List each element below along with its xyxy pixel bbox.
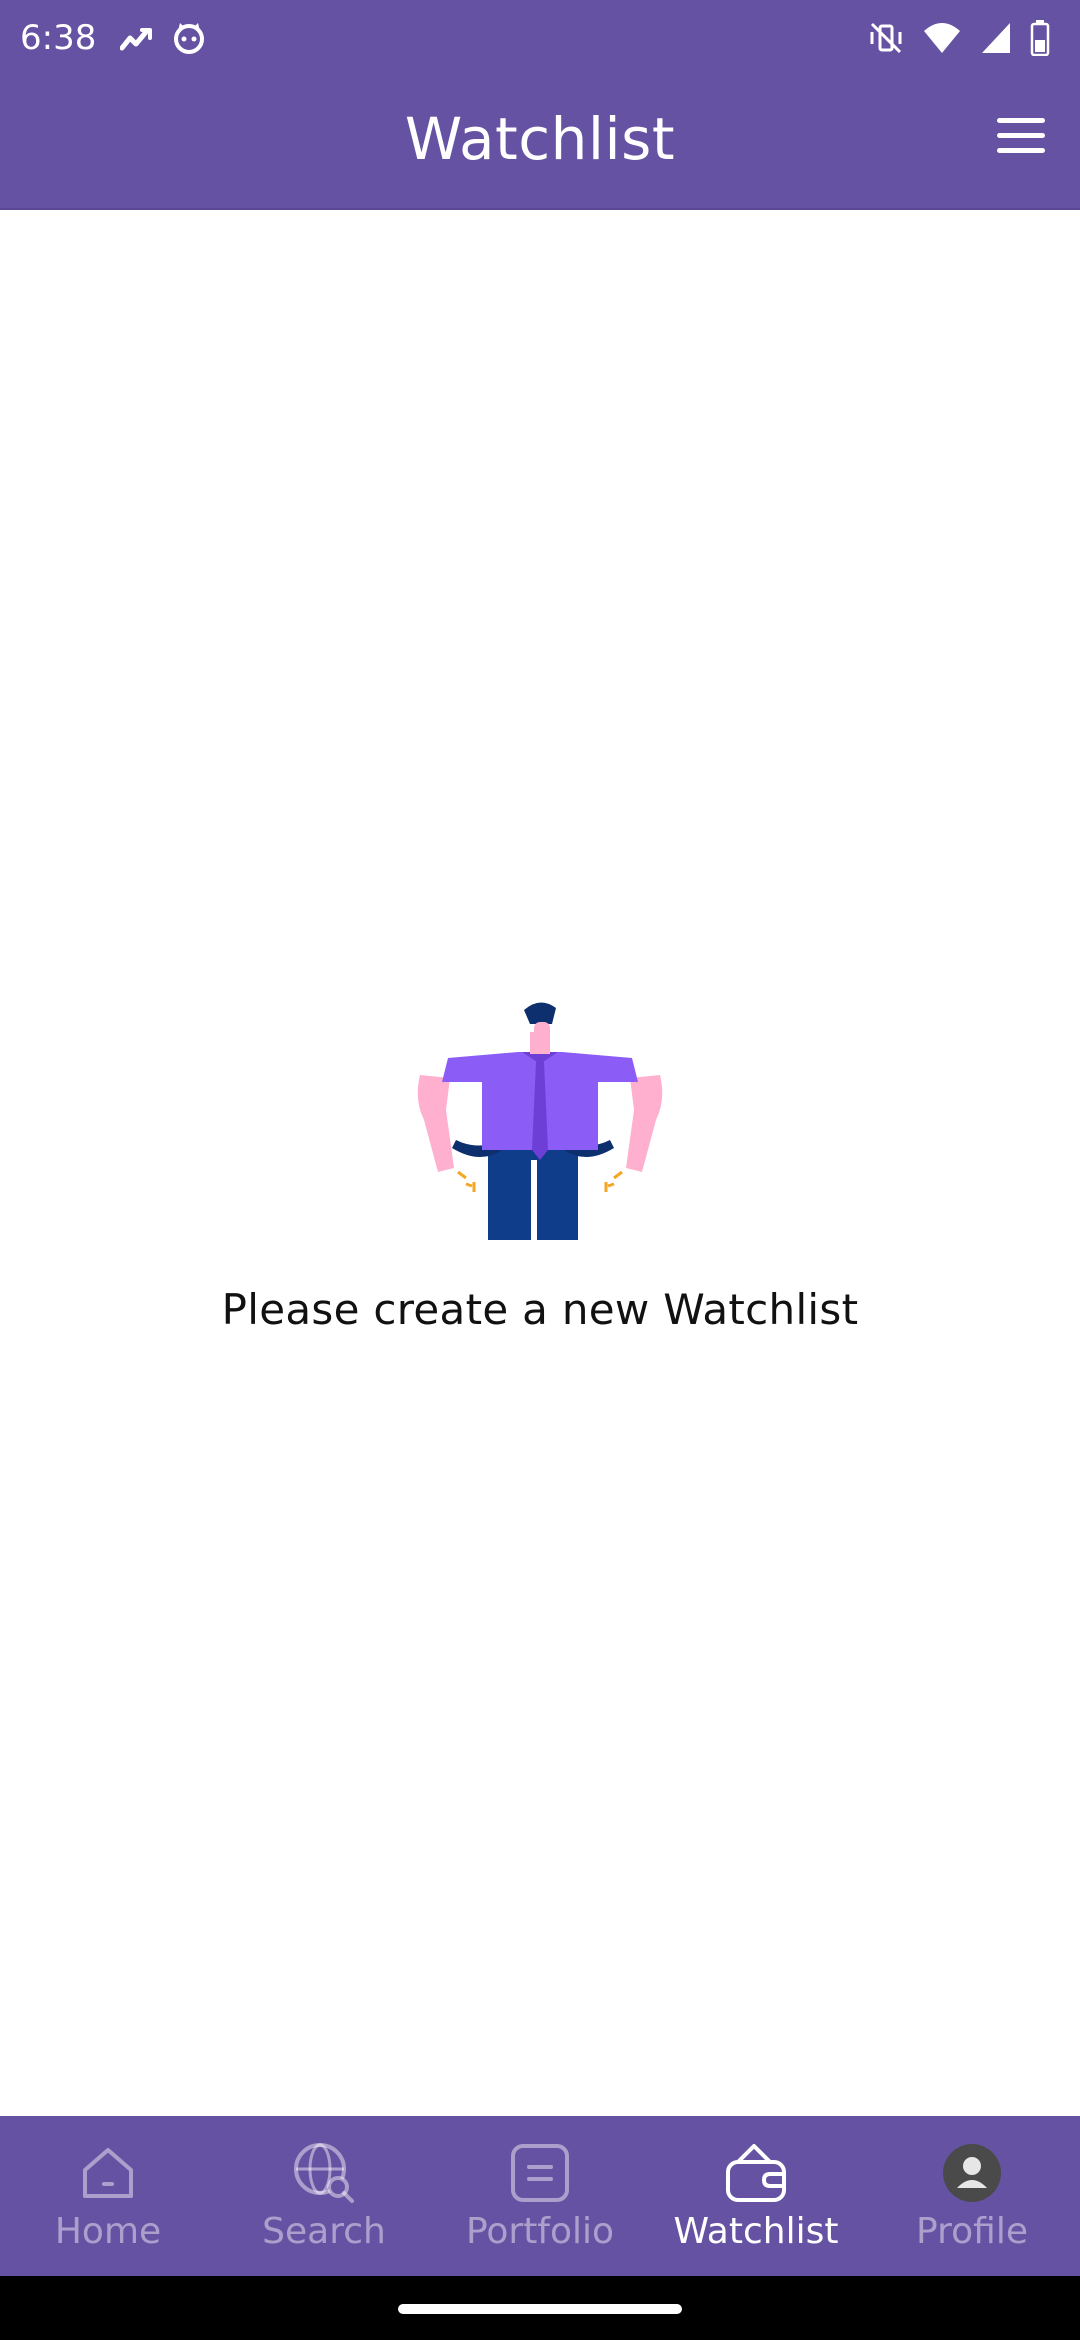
wallet-icon [723, 2140, 789, 2206]
cell-signal-icon [982, 23, 1010, 53]
app-bar: Watchlist [0, 76, 1080, 210]
home-gesture-handle[interactable] [398, 2304, 682, 2314]
nav-label-search: Search [262, 2211, 386, 2252]
profile-avatar-icon [939, 2140, 1005, 2206]
hamburger-menu-button[interactable] [994, 118, 1048, 162]
nav-label-portfolio: Portfolio [465, 2211, 615, 2252]
portfolio-icon [507, 2140, 573, 2206]
wifi-icon [924, 23, 960, 53]
empty-state: Please create a new Watchlist [0, 1000, 1080, 1338]
nav-label-profile: Profile [916, 2211, 1028, 2252]
nav-item-portfolio[interactable]: Portfolio [432, 2116, 648, 2276]
home-icon [75, 2140, 141, 2206]
hamburger-menu-icon-line [997, 148, 1045, 153]
page-title: Watchlist [404, 105, 676, 173]
nav-item-search[interactable]: Search [216, 2116, 432, 2276]
status-left-icons [120, 20, 206, 56]
watchlist-screen: 6:38 Watchlist Please create a new Watch… [0, 0, 1080, 2340]
empty-pockets-man-illustration [417, 1002, 663, 1240]
empty-state-message: Please create a new Watchlist [221, 1285, 859, 1334]
bottom-navigation: Home Search Portfolio Watchlist Profile [0, 2116, 1080, 2276]
nav-item-home[interactable]: Home [0, 2116, 216, 2276]
status-bar: 6:38 [0, 0, 1080, 76]
hamburger-menu-icon-line [997, 133, 1045, 138]
nav-item-watchlist[interactable]: Watchlist [648, 2116, 864, 2276]
nav-label-home: Home [54, 2211, 162, 2252]
stock-trend-icon [120, 28, 152, 51]
cat-face-icon [174, 23, 204, 54]
nav-label-watchlist: Watchlist [673, 2211, 839, 2252]
status-right-icons [868, 18, 1050, 58]
globe-search-icon [291, 2140, 357, 2206]
gesture-navigation-bar [0, 2276, 1080, 2340]
hamburger-menu-icon-line [997, 118, 1045, 123]
mute-vibrate-icon [870, 22, 902, 54]
battery-icon [1030, 20, 1050, 56]
nav-item-profile[interactable]: Profile [864, 2116, 1080, 2276]
status-time: 6:38 [20, 18, 97, 58]
